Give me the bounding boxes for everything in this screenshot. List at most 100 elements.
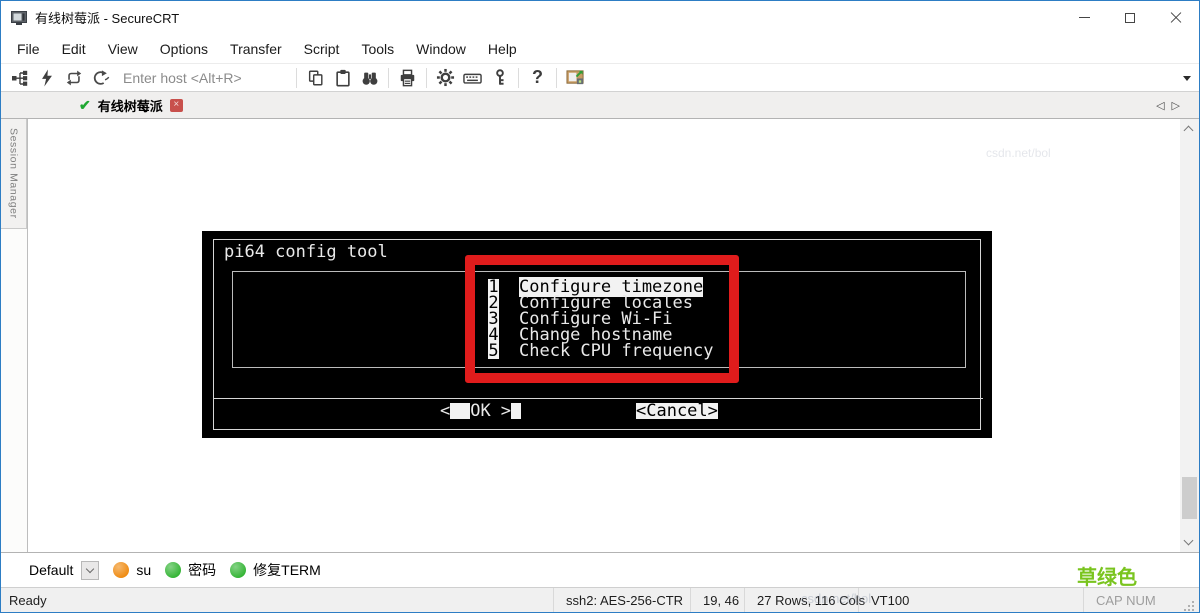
watermark-top: csdn.net/bol [986, 146, 1051, 160]
reconnect-icon [64, 69, 84, 87]
toolbar-overflow-icon[interactable] [1183, 76, 1191, 81]
ok-cursor-block [450, 403, 470, 419]
keymap-button[interactable] [459, 65, 486, 90]
tab-bar: ✔ 有线树莓派 × ◁▷ [1, 92, 1199, 119]
menu-transfer[interactable]: Transfer [219, 41, 293, 57]
resize-grip[interactable] [1183, 588, 1199, 612]
vertical-scrollbar[interactable] [1180, 119, 1199, 552]
button-fix-term-label: 修复TERM [253, 560, 321, 580]
tab-close-icon[interactable]: × [170, 99, 183, 112]
scrollbar-thumb[interactable] [1182, 477, 1197, 519]
dialog-title: pi64 config tool [224, 244, 388, 260]
minimize-icon [1079, 17, 1090, 18]
menu-bar: File Edit View Options Transfer Script T… [1, 34, 1199, 63]
dialog-buttons-row: < OK > <Cancel> [202, 403, 992, 419]
paste-icon [334, 69, 352, 87]
status-ball-green [230, 562, 246, 578]
terminal-screen[interactable]: pi64 config tool 1Configure timezone 2Co… [28, 119, 1180, 552]
chevron-down-icon [86, 564, 94, 572]
disconnect-icon [91, 69, 111, 87]
session-manager-tab-label: Session Manager [8, 128, 20, 219]
cancel-button[interactable]: <Cancel> [636, 403, 718, 419]
connected-check-icon: ✔ [79, 97, 91, 114]
keyboard-icon [462, 69, 483, 87]
main-area: Session Manager pi64 config tool 1Config… [1, 119, 1199, 553]
ok-button[interactable]: < OK > [440, 403, 521, 419]
button-bar: Default su 密码 修复TERM [1, 553, 1199, 587]
session-manager-button[interactable] [6, 65, 33, 90]
help-icon: ? [532, 67, 543, 88]
lightning-icon [38, 69, 56, 87]
menu-tools[interactable]: Tools [350, 41, 405, 57]
menu-options[interactable]: Options [149, 41, 219, 57]
menu-file[interactable]: File [6, 41, 51, 57]
menu-view[interactable]: View [97, 41, 149, 57]
title-bar: 有线树莓派 - SecureCRT [1, 1, 1199, 34]
toolbar-separator [296, 68, 297, 88]
copy-icon [306, 69, 325, 87]
key-button[interactable] [486, 65, 513, 90]
printer-icon [398, 69, 417, 87]
ok-trailing-block [511, 403, 521, 419]
button-su[interactable]: su [113, 562, 151, 578]
menu-edit[interactable]: Edit [51, 41, 97, 57]
button-password[interactable]: 密码 [165, 560, 216, 580]
button-fix-term[interactable]: 修复TERM [230, 560, 321, 580]
session-manager-toggle-icon [566, 68, 585, 87]
print-button[interactable] [394, 65, 421, 90]
close-icon [1170, 12, 1182, 24]
button-password-label: 密码 [188, 560, 216, 580]
gear-icon [436, 68, 455, 87]
session-manager-toggle-button[interactable] [562, 65, 589, 90]
status-emulation: VT100 [858, 588, 1083, 612]
session-tab-label: 有线树莓派 [98, 96, 163, 115]
find-button[interactable] [356, 65, 383, 90]
combo-value: Default [29, 562, 73, 578]
watermark-bottom: csdn.net/bol [801, 591, 871, 606]
session-options-button[interactable] [432, 65, 459, 90]
ok-prefix: < [440, 401, 450, 421]
status-bar: Ready ssh2: AES-256-CTR 19, 46 27 Rows, … [1, 587, 1199, 612]
app-icon [11, 10, 27, 26]
toolbar-separator [388, 68, 389, 88]
session-tab[interactable]: ✔ 有线树莓派 × [75, 92, 187, 118]
ok-gap [491, 403, 501, 419]
ok-suffix: > [501, 401, 511, 421]
help-button[interactable]: ? [524, 65, 551, 90]
menu-help[interactable]: Help [477, 41, 528, 57]
maximize-icon [1125, 13, 1135, 23]
tab-scroll-arrows[interactable]: ◁▷ [1156, 99, 1187, 112]
menu-window[interactable]: Window [405, 41, 477, 57]
button-su-label: su [136, 562, 151, 578]
status-keylock: CAP NUM [1083, 588, 1183, 612]
status-cursor-position: 19, 46 [690, 588, 744, 612]
maximize-button[interactable] [1107, 1, 1153, 34]
close-button[interactable] [1153, 1, 1199, 34]
button-bar-combo[interactable]: Default [29, 561, 99, 580]
dialog-button-separator [213, 398, 983, 399]
session-manager-strip: Session Manager [1, 119, 28, 552]
quick-connect-button[interactable] [33, 65, 60, 90]
sessions-icon [11, 69, 29, 87]
status-ball-orange [113, 562, 129, 578]
window-title: 有线树莓派 - SecureCRT [35, 8, 179, 27]
toolbar-separator [556, 68, 557, 88]
reconnect-button[interactable] [60, 65, 87, 90]
toolbar: Enter host <Alt+R> [1, 63, 1199, 92]
menu-script[interactable]: Script [293, 41, 351, 57]
binoculars-icon [360, 69, 380, 87]
status-ball-green [165, 562, 181, 578]
copy-button[interactable] [302, 65, 329, 90]
scroll-down-icon[interactable] [1184, 536, 1194, 546]
key-icon [492, 68, 508, 87]
status-cipher: ssh2: AES-256-CTR [553, 588, 690, 612]
status-ready: Ready [1, 593, 553, 608]
paste-button[interactable] [329, 65, 356, 90]
disconnect-button[interactable] [87, 65, 114, 90]
minimize-button[interactable] [1061, 1, 1107, 34]
session-manager-tab[interactable]: Session Manager [1, 119, 27, 229]
host-input[interactable]: Enter host <Alt+R> [123, 70, 275, 86]
combo-dropdown-button[interactable] [81, 561, 99, 580]
scroll-up-icon[interactable] [1184, 126, 1194, 136]
watermark-green-label: 草绿色 [1077, 561, 1137, 590]
